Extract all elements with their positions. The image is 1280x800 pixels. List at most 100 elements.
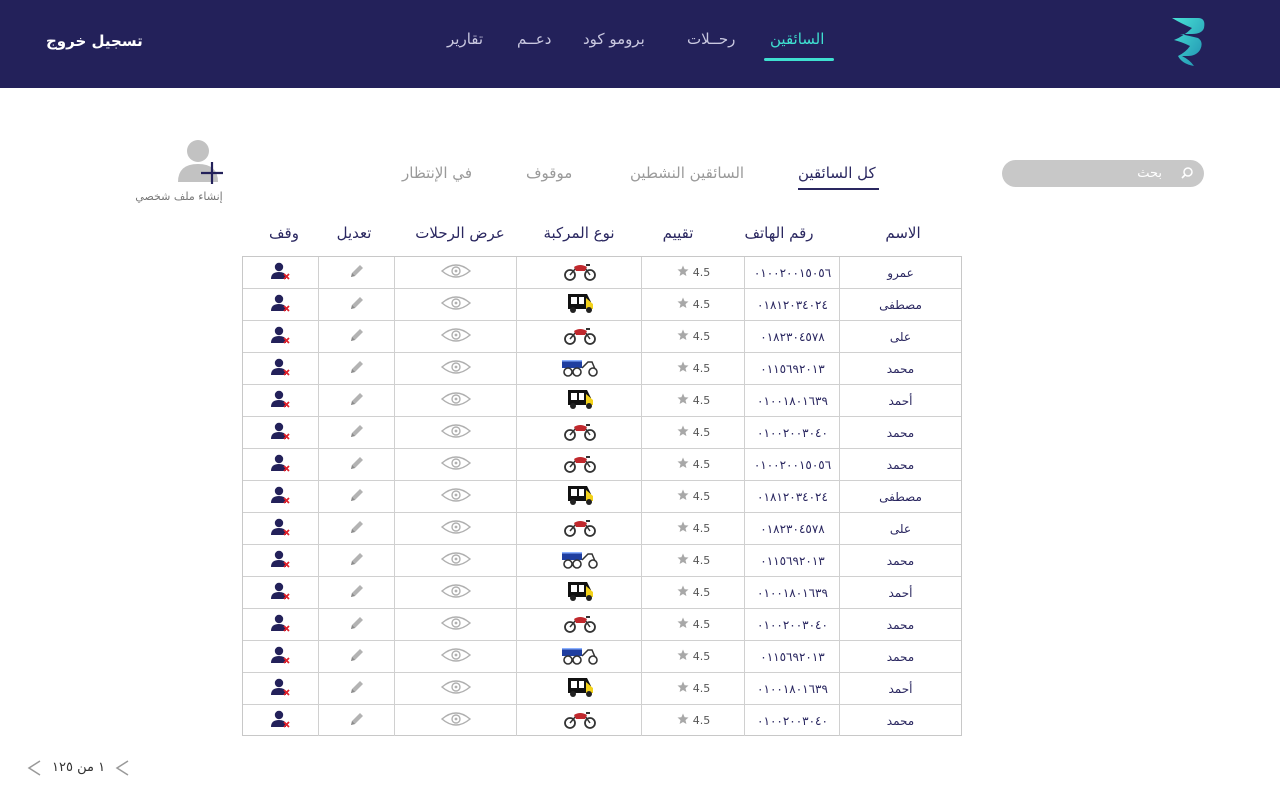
edit-button[interactable] (318, 481, 395, 512)
driver-name: محمد (839, 641, 961, 672)
suspend-driver-button[interactable] (243, 641, 319, 672)
col-header-edit: تعديل (336, 224, 372, 242)
driver-rating: 4.5 (641, 385, 745, 416)
pencil-icon (348, 422, 366, 443)
eye-icon (440, 679, 472, 698)
vehicle-type (516, 353, 642, 384)
eye-icon (440, 391, 472, 410)
remove-user-icon (271, 582, 291, 603)
cargo-tricycle-icon (561, 357, 599, 380)
edit-button[interactable] (318, 577, 395, 608)
star-icon (677, 713, 689, 728)
view-trips-button[interactable] (394, 545, 517, 576)
view-trips-button[interactable] (394, 577, 517, 608)
suspend-driver-button[interactable] (243, 513, 319, 544)
nav-drivers[interactable]: السائقين (770, 30, 824, 60)
star-icon (677, 361, 689, 376)
chevron-left-icon[interactable] (26, 758, 42, 778)
edit-button[interactable] (318, 353, 395, 384)
view-trips-button[interactable] (394, 321, 517, 352)
pagination: ١ من ١٢٥ (24, 756, 134, 782)
eye-icon (440, 263, 472, 282)
pencil-icon (348, 710, 366, 731)
rating-value: 4.5 (692, 714, 711, 727)
eye-icon (440, 295, 472, 314)
view-trips-button[interactable] (394, 257, 517, 288)
view-trips-button[interactable] (394, 353, 517, 384)
driver-name: محمد (839, 545, 961, 576)
edit-button[interactable] (318, 417, 395, 448)
driver-name: محمد (839, 449, 961, 480)
table-row: أحمد ٠١٠٠١٨٠١٦٣٩ 4.5 (243, 385, 961, 417)
col-header-phone: رقم الهاتف (744, 224, 814, 242)
search-box[interactable] (1002, 160, 1206, 187)
suspend-driver-button[interactable] (243, 705, 319, 736)
suspend-driver-button[interactable] (243, 257, 319, 288)
edit-button[interactable] (318, 609, 395, 640)
driver-name: محمد (839, 705, 961, 736)
tab-pending[interactable]: في الإنتظار (402, 164, 472, 182)
suspend-driver-button[interactable] (243, 417, 319, 448)
view-trips-button[interactable] (394, 481, 517, 512)
chevron-right-icon[interactable] (114, 758, 130, 778)
edit-button[interactable] (318, 257, 395, 288)
suspend-driver-button[interactable] (243, 289, 319, 320)
pencil-icon (348, 550, 366, 571)
pencil-icon (348, 678, 366, 699)
edit-button[interactable] (318, 449, 395, 480)
star-icon (677, 617, 689, 632)
view-trips-button[interactable] (394, 385, 517, 416)
driver-rating: 4.5 (641, 513, 745, 544)
create-profile-button[interactable]: إنشاء ملف شخصي (120, 136, 230, 212)
edit-button[interactable] (318, 385, 395, 416)
driver-phone: ٠١٠٠١٨٠١٦٣٩ (744, 673, 840, 704)
tab-all-drivers[interactable]: كل السائقين (798, 164, 876, 182)
logout-button[interactable]: تسجيل خروج (46, 32, 143, 50)
edit-button[interactable] (318, 545, 395, 576)
tab-suspended[interactable]: موقوف (526, 164, 572, 182)
suspend-driver-button[interactable] (243, 673, 319, 704)
suspend-driver-button[interactable] (243, 577, 319, 608)
view-trips-button[interactable] (394, 673, 517, 704)
remove-user-icon (271, 710, 291, 731)
edit-button[interactable] (318, 641, 395, 672)
edit-button[interactable] (318, 705, 395, 736)
suspend-driver-button[interactable] (243, 449, 319, 480)
nav-promo-code[interactable]: برومو كود (583, 30, 645, 60)
remove-user-icon (271, 358, 291, 379)
eye-icon (440, 583, 472, 602)
suspend-driver-button[interactable] (243, 353, 319, 384)
view-trips-button[interactable] (394, 513, 517, 544)
brand-logo-icon[interactable] (1168, 16, 1208, 68)
search-input[interactable] (1002, 160, 1206, 187)
view-trips-button[interactable] (394, 289, 517, 320)
star-icon (677, 489, 689, 504)
driver-rating: 4.5 (641, 545, 745, 576)
star-icon (677, 265, 689, 280)
suspend-driver-button[interactable] (243, 609, 319, 640)
edit-button[interactable] (318, 513, 395, 544)
suspend-driver-button[interactable] (243, 321, 319, 352)
col-header-vehicle: نوع المركبة (543, 224, 615, 242)
view-trips-button[interactable] (394, 609, 517, 640)
view-trips-button[interactable] (394, 449, 517, 480)
view-trips-button[interactable] (394, 705, 517, 736)
table-row: محمد ٠١٠٠٢٠٠٣٠٤٠ 4.5 (243, 609, 961, 641)
edit-button[interactable] (318, 321, 395, 352)
nav-reports[interactable]: تقارير (447, 30, 483, 60)
pencil-icon (348, 518, 366, 539)
view-trips-button[interactable] (394, 641, 517, 672)
nav-trips[interactable]: رحــلات (687, 30, 735, 60)
suspend-driver-button[interactable] (243, 385, 319, 416)
eye-icon (440, 487, 472, 506)
edit-button[interactable] (318, 673, 395, 704)
tab-active-drivers[interactable]: السائقين النشطين (630, 164, 744, 182)
suspend-driver-button[interactable] (243, 481, 319, 512)
create-profile-label: إنشاء ملف شخصي (135, 190, 223, 203)
driver-rating: 4.5 (641, 481, 745, 512)
edit-button[interactable] (318, 289, 395, 320)
suspend-driver-button[interactable] (243, 545, 319, 576)
nav-support[interactable]: دعــم (517, 30, 551, 60)
view-trips-button[interactable] (394, 417, 517, 448)
driver-name: أحمد (839, 577, 961, 608)
